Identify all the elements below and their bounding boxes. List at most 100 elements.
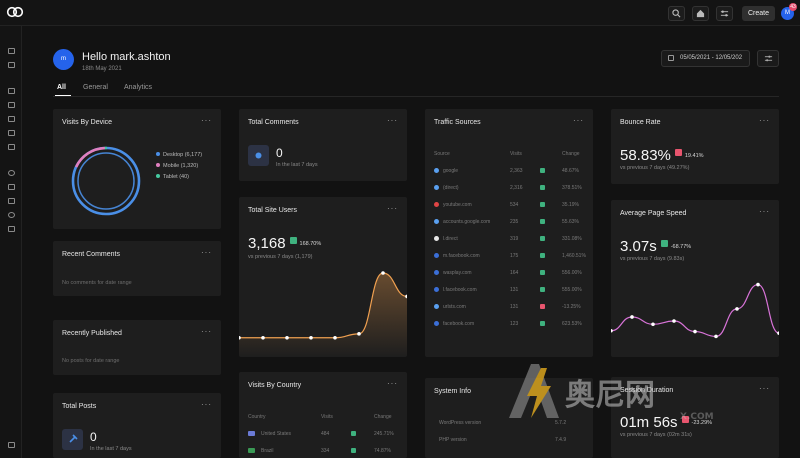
info-label: WordPress version [439, 420, 482, 426]
total-site-users-card: Total Site Users ··· 3,168 168.70% vs pre… [239, 197, 407, 357]
table-row: l.direct 319 331.08% [434, 236, 586, 250]
more-icon[interactable]: ··· [387, 116, 398, 125]
chart-point [693, 329, 697, 334]
empty-state-text: No comments for date range [62, 280, 132, 286]
chart-point [777, 331, 779, 335]
table-header: Country Visits Change [248, 414, 400, 428]
chart-point [611, 328, 613, 333]
sidebar-grid-icon[interactable] [8, 62, 15, 68]
flag-br-icon [248, 448, 255, 453]
sidebar-globe-icon[interactable] [8, 212, 15, 218]
legend-tablet: Tablet (40) [156, 172, 202, 183]
table-row: accounts.google.com 235 55.63% [434, 219, 586, 233]
col-country: Country [248, 414, 266, 420]
tab-general[interactable]: General [83, 84, 108, 91]
card-title: Recently Published [62, 330, 122, 337]
sidebar-search-icon[interactable] [8, 184, 15, 190]
chart-point [285, 335, 289, 340]
table-row: Brazil 334 74.87% [248, 448, 400, 458]
card-title: Traffic Sources [434, 119, 481, 126]
sidebar [0, 26, 22, 458]
info-value: 7.4.9 [555, 437, 567, 443]
total-comments-value: 0 [276, 146, 283, 160]
table-row: youtube.com 534 35.19% [434, 202, 586, 216]
source-change: 55.63% [562, 219, 579, 225]
source-visits: 164 [510, 270, 519, 276]
chart-point [630, 315, 634, 319]
date-range-value: 05/05/2021 - 12/05/202 [680, 55, 743, 61]
more-icon[interactable]: ··· [573, 116, 584, 125]
total-comments-caption: In the last 7 days [276, 162, 318, 168]
app-logo-icon[interactable] [6, 6, 24, 20]
chart-point [309, 335, 313, 340]
sidebar-circle-icon[interactable] [8, 170, 15, 176]
total-posts-caption: In the last 7 days [90, 446, 132, 452]
tab-all[interactable]: All [55, 84, 71, 96]
more-icon[interactable]: ··· [759, 384, 770, 393]
sidebar-media-icon[interactable] [8, 88, 15, 94]
create-button[interactable]: Create [742, 6, 775, 21]
bounce-caption: vs previous 7 days (49.27%) [620, 165, 690, 171]
tab-analytics[interactable]: Analytics [124, 84, 152, 91]
source-name: accounts.google.com [443, 219, 491, 225]
trend-up-icon [540, 168, 545, 173]
chart-point [651, 322, 655, 327]
source-change: 556.00% [562, 270, 582, 276]
col-change: Change [374, 414, 392, 420]
source-name: youtube.com [443, 202, 472, 208]
trend-down-icon [540, 304, 545, 309]
source-change: 378.51% [562, 185, 582, 191]
session-value: 01m 56s [620, 414, 678, 431]
table-row: facebook.com 123 623.53% [434, 321, 586, 335]
chart-point [333, 335, 337, 340]
more-icon[interactable]: ··· [387, 204, 398, 213]
more-icon[interactable]: ··· [201, 400, 212, 409]
table-row: United States 484 245.71% [248, 431, 400, 445]
sidebar-collapse-icon[interactable] [8, 442, 15, 448]
sidebar-tools-icon[interactable] [8, 226, 15, 232]
filter-button[interactable] [757, 50, 779, 67]
more-icon[interactable]: ··· [759, 207, 770, 216]
page-title: Hello mark.ashton [82, 51, 171, 63]
empty-state-text: No posts for date range [62, 358, 120, 364]
sidebar-comment-icon[interactable] [8, 144, 15, 150]
trend-up-icon [540, 253, 545, 258]
sidebar-doc-icon[interactable] [8, 130, 15, 136]
settings-sliders-icon[interactable] [716, 6, 733, 21]
sidebar-dashboard-icon[interactable] [8, 48, 15, 54]
more-icon[interactable]: ··· [387, 379, 398, 388]
profile-avatar: m [53, 49, 74, 70]
more-icon[interactable]: ··· [201, 327, 212, 336]
search-icon[interactable] [668, 6, 685, 21]
chart-point [672, 319, 676, 323]
users-change: 168.70% [299, 241, 322, 247]
more-icon[interactable]: ··· [201, 248, 212, 257]
bounce-stat: 58.83% 19.41% [620, 147, 704, 165]
home-icon[interactable] [692, 6, 709, 21]
sidebar-users-icon[interactable] [8, 198, 15, 204]
source-change: 331.08% [562, 236, 582, 242]
trend-up-icon [540, 185, 545, 190]
table-row: l.facebook.com 131 555.00% [434, 287, 586, 301]
recent-comments-card: Recent Comments ··· No comments for date… [53, 241, 221, 296]
more-icon[interactable]: ··· [201, 116, 212, 125]
sidebar-image-icon[interactable] [8, 116, 15, 122]
trend-up-icon [540, 219, 545, 224]
source-visits: 2,316 [510, 185, 523, 191]
total-posts-value: 0 [90, 430, 97, 444]
sidebar-list-icon[interactable] [8, 102, 15, 108]
chart-point [735, 307, 739, 311]
source-name: wasplay.com [443, 270, 472, 276]
trend-up-icon [540, 287, 545, 292]
source-favicon-icon [434, 202, 439, 207]
info-row: PHP version 7.4.9 [434, 437, 586, 451]
col-change: Change [562, 151, 580, 157]
source-name: facebook.com [443, 321, 475, 327]
more-icon[interactable]: ··· [759, 116, 770, 125]
trend-up-icon [351, 431, 356, 436]
date-range-picker[interactable]: 05/05/2021 - 12/05/202 [661, 50, 750, 67]
watermark-logo-icon [509, 364, 559, 418]
users-line-chart [239, 271, 407, 357]
trend-up-icon [540, 202, 545, 207]
total-posts-card: Total Posts ··· 0 In the last 7 days [53, 393, 221, 458]
